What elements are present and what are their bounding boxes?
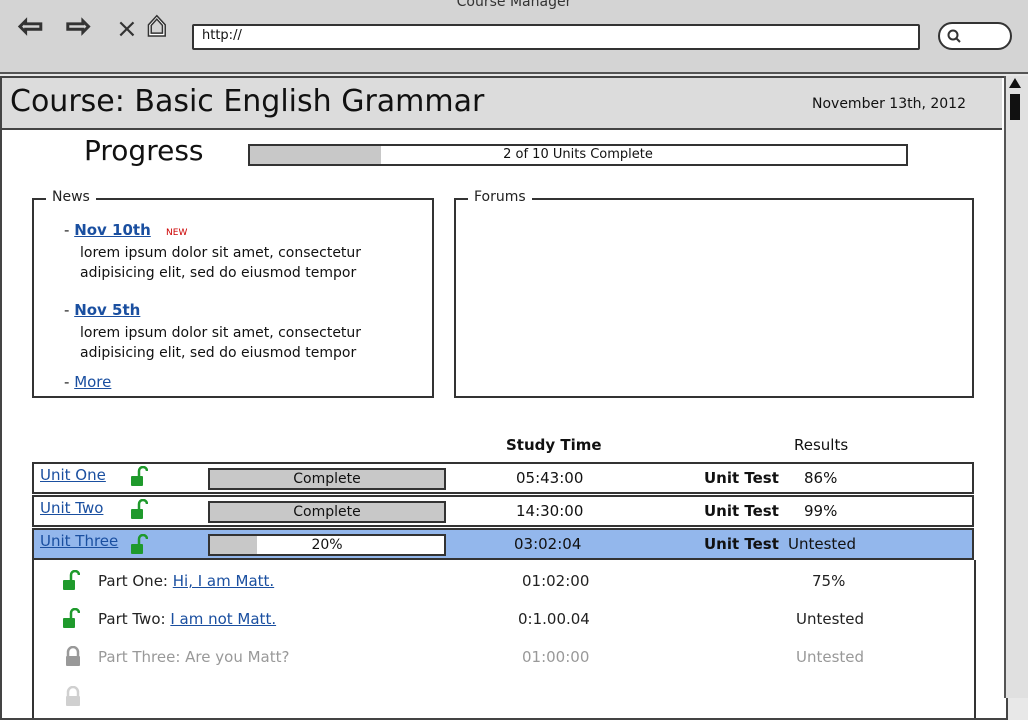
unit-result: Untested <box>788 535 857 553</box>
unit-progress-bar: Complete <box>208 501 446 523</box>
part-time: 01:02:00 <box>522 572 590 590</box>
part-result: 75% <box>812 572 846 590</box>
news-item-link[interactable]: Nov 5th <box>74 301 140 319</box>
back-arrow-icon[interactable]: ⇦ <box>17 11 44 43</box>
part-row[interactable]: Part One: Hi, I am Matt. 01:02:00 75% <box>34 570 974 606</box>
study-time-header: Study Time <box>506 436 602 454</box>
part-label: Part Two: <box>98 610 171 628</box>
news-item-text: lorem ipsum dolor sit amet, consectetur <box>80 245 362 261</box>
unlocked-icon <box>63 608 80 628</box>
address-bar[interactable]: http:// <box>192 24 920 50</box>
unit-result: 99% <box>804 502 838 520</box>
unit-parts-list: Part One: Hi, I am Matt. 01:02:00 75% Pa… <box>32 560 976 718</box>
news-item-text: adipisicing elit, sed do eiusmod tempor <box>80 345 357 361</box>
news-item-text: adipisicing elit, sed do eiusmod tempor <box>80 265 357 281</box>
scrollbar-thumb[interactable] <box>1010 94 1020 120</box>
course-header: Course: Basic English Grammar November 1… <box>2 78 1002 130</box>
unlocked-icon <box>131 534 148 554</box>
study-time: 03:02:04 <box>514 535 582 553</box>
course-progress-bar: 2 of 10 Units Complete <box>248 144 908 166</box>
news-more: - More <box>64 373 112 391</box>
part-link[interactable]: I am not Matt. <box>170 610 276 628</box>
news-panel: News - Nov 10th NEW lorem ipsum dolor si… <box>32 189 434 398</box>
unit-link[interactable]: Unit Three <box>40 532 118 550</box>
unit-row[interactable]: Unit Two Complete 14:30:00 Unit Test 99% <box>32 495 974 527</box>
unit-status: Complete <box>293 504 361 520</box>
vertical-scrollbar[interactable] <box>1004 76 1028 698</box>
unit-status: Complete <box>293 471 361 487</box>
unlocked-icon <box>131 499 148 519</box>
forward-arrow-icon[interactable]: ⇨ <box>65 11 92 43</box>
part-row-locked: Part Three: Are you Matt? 01:00:00 Untes… <box>34 646 974 682</box>
study-time: 05:43:00 <box>516 469 584 487</box>
unlocked-icon <box>63 570 80 590</box>
news-item: - Nov 10th NEW lorem ipsum dolor sit ame… <box>64 220 424 283</box>
part-result: Untested <box>796 648 865 666</box>
part-row-partial <box>64 685 82 712</box>
page-title: Course: Basic English Grammar <box>10 84 485 119</box>
forums-legend: Forums <box>468 189 532 205</box>
study-time: 14:30:00 <box>516 502 584 520</box>
part-result: Untested <box>796 610 865 628</box>
unit-test-label: Unit Test <box>704 535 779 553</box>
lock-icon <box>66 646 80 666</box>
header-date: November 13th, 2012 <box>812 96 966 112</box>
part-time: 01:00:00 <box>522 648 590 666</box>
stop-icon[interactable]: × <box>116 14 138 44</box>
news-item-link[interactable]: Nov 10th <box>74 221 151 239</box>
search-icon <box>947 29 961 43</box>
unit-status: 20% <box>311 537 343 553</box>
unit-row-selected[interactable]: Unit Three 20% 03:02:04 Unit Test Untest… <box>32 528 974 560</box>
part-link[interactable]: Hi, I am Matt. <box>173 572 274 590</box>
unit-result: 86% <box>804 469 838 487</box>
unit-link[interactable]: Unit One <box>40 466 106 484</box>
scroll-up-arrow-icon[interactable] <box>1009 78 1021 88</box>
news-legend: News <box>46 189 96 205</box>
part-row[interactable]: Part Two: I am not Matt. 0:1.00.04 Untes… <box>34 608 974 644</box>
news-more-link[interactable]: More <box>74 373 111 391</box>
news-item: - Nov 5th lorem ipsum dolor sit amet, co… <box>64 300 424 363</box>
results-header: Results <box>794 436 849 454</box>
part-label: Part One: <box>98 572 173 590</box>
forums-panel: Forums <box>454 189 974 398</box>
unit-row[interactable]: Unit One Complete 05:43:00 Unit Test 86% <box>32 462 974 494</box>
home-icon[interactable]: ⌂ <box>145 7 168 43</box>
browser-toolbar: Course Manager ⇦ ⇨ × ⌂ http:// <box>0 0 1028 74</box>
unit-progress-bar: 20% <box>208 534 446 556</box>
unit-test-label: Unit Test <box>704 502 779 520</box>
page-content: Course: Basic English Grammar November 1… <box>0 76 1008 720</box>
unit-test-label: Unit Test <box>704 469 779 487</box>
part-time: 0:1.00.04 <box>518 610 590 628</box>
unit-link[interactable]: Unit Two <box>40 499 103 517</box>
progress-label: Progress <box>84 134 204 167</box>
lock-icon <box>66 685 80 706</box>
search-box[interactable] <box>938 22 1012 50</box>
unit-progress-bar: Complete <box>208 468 446 490</box>
part-label: Part Three: Are you Matt? <box>98 648 290 666</box>
url-text: http:// <box>202 28 242 43</box>
new-badge: NEW <box>166 228 188 238</box>
news-item-text: lorem ipsum dolor sit amet, consectetur <box>80 325 362 341</box>
progress-text: 2 of 10 Units Complete <box>503 147 653 162</box>
unlocked-icon <box>131 466 148 486</box>
